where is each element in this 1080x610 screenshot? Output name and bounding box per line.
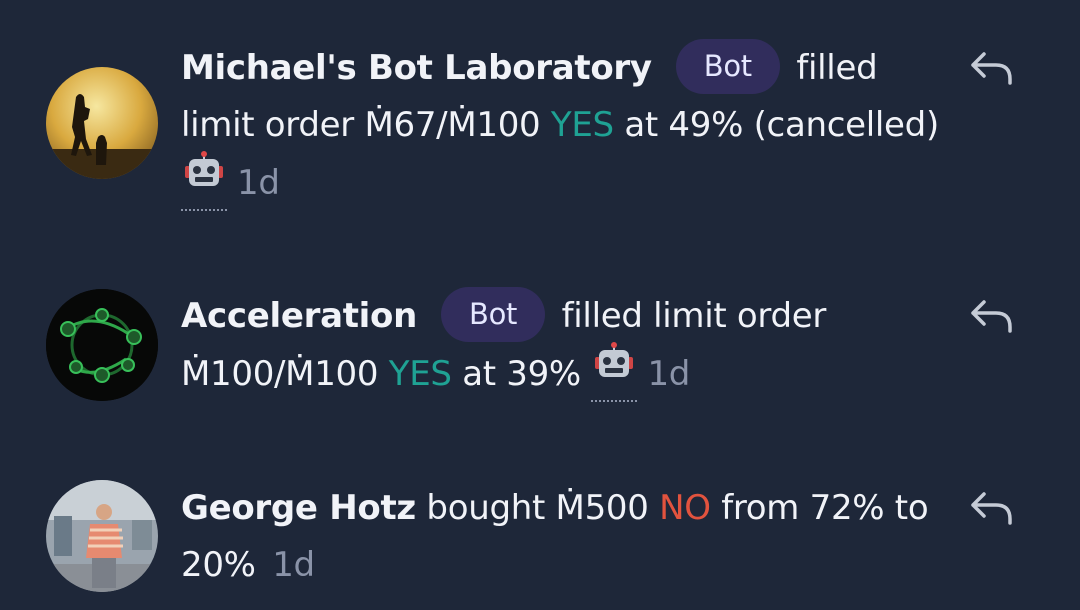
outcome-yes: YES (388, 354, 452, 394)
avatar[interactable] (46, 67, 158, 179)
amount: Ṁ67/Ṁ100 (364, 105, 541, 145)
amount: Ṁ100/Ṁ100 (181, 354, 379, 394)
amount: Ṁ500 (555, 488, 649, 528)
feed-item-text: Acceleration Bot filled limit order Ṁ100/… (181, 287, 951, 406)
feed-item-text: George Hotz bought Ṁ500 NO from 72% to 2… (181, 480, 951, 594)
action-text: filled limit order (561, 296, 827, 336)
detail-text: at 39% (462, 354, 581, 394)
feed-item-text: Michael's Bot Laboratory Bot filled limit… (181, 39, 951, 215)
action-text: bought (426, 488, 546, 528)
detail-text: at 49% (cancelled) (624, 105, 939, 145)
robot-icon (181, 150, 227, 211)
outcome-no: NO (659, 488, 711, 528)
bot-badge: Bot (440, 287, 546, 342)
outcome-yes: YES (550, 105, 614, 145)
reply-icon[interactable] (968, 296, 1016, 336)
robot-icon (591, 341, 638, 402)
user-name[interactable]: Michael's Bot Laboratory (181, 48, 652, 88)
activity-feed: Michael's Bot Laboratory Bot filled limit… (0, 0, 1080, 610)
timestamp: 1d (237, 163, 280, 203)
reply-icon[interactable] (968, 488, 1016, 528)
avatar[interactable] (46, 480, 158, 592)
avatar[interactable] (46, 289, 158, 401)
timestamp: 1d (647, 354, 691, 394)
reply-icon[interactable] (968, 48, 1016, 88)
user-name[interactable]: George Hotz (181, 488, 416, 528)
timestamp: 1d (272, 545, 315, 585)
bot-badge: Bot (675, 39, 780, 94)
user-name[interactable]: Acceleration (181, 296, 417, 336)
